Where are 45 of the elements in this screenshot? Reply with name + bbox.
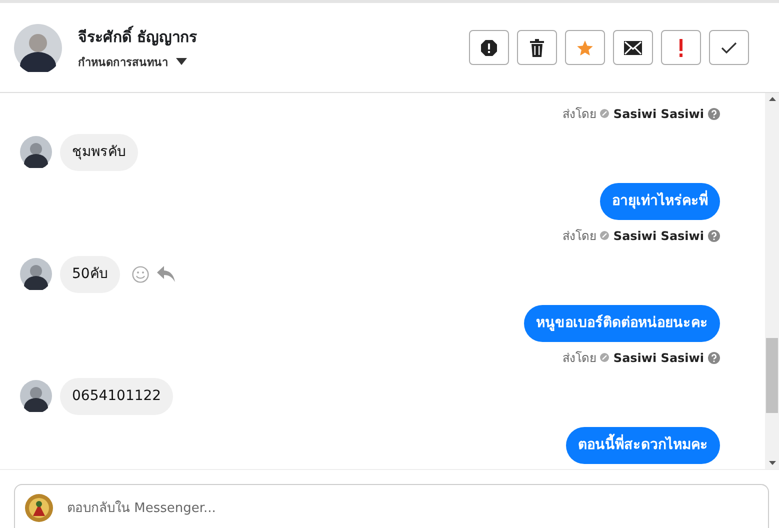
- reply-box[interactable]: ตอบกลับใน Messenger...: [14, 484, 769, 528]
- done-button[interactable]: [709, 30, 749, 65]
- sender-name[interactable]: Sasiwi Sasiwi: [613, 106, 704, 120]
- alert-octagon-icon: [480, 38, 498, 56]
- profile-photo: [14, 24, 62, 72]
- message-bubble: ชุมพรคับ: [60, 134, 138, 170]
- important-button[interactable]: [661, 30, 701, 65]
- message-bubble: หนูขอเบอร์ติดต่อหน่อยนะคะ: [524, 304, 720, 342]
- message-bubble: อายุเท่าไหร่คะพี่: [600, 182, 720, 220]
- reply-icon[interactable]: [156, 266, 175, 282]
- scroll-up-icon[interactable]: [768, 97, 776, 101]
- exclamation-icon: [679, 38, 683, 56]
- help-icon[interactable]: [708, 108, 720, 120]
- sent-by-label: ส่งโดย: [562, 106, 596, 123]
- spam-button[interactable]: [469, 30, 509, 65]
- checkmark-icon: [721, 42, 737, 54]
- smiley-icon[interactable]: [132, 266, 149, 282]
- scroll-down-icon[interactable]: [768, 461, 776, 465]
- page-logo-icon: [25, 494, 53, 522]
- help-icon[interactable]: [708, 230, 720, 242]
- caret-icon: [176, 58, 187, 65]
- star-button[interactable]: [565, 30, 605, 65]
- star-icon: [576, 38, 594, 56]
- unread-button[interactable]: [613, 30, 653, 65]
- status-icon: [600, 231, 610, 240]
- envelope-icon: [624, 40, 642, 54]
- message-bubble: 50คับ: [60, 256, 120, 292]
- sent-by-label: ส่งโดย: [562, 350, 596, 367]
- contact-name: จีระศักดิ์ ธัญญากร: [78, 24, 198, 48]
- status-icon: [600, 109, 610, 118]
- help-icon[interactable]: [708, 352, 720, 364]
- trash-icon: [529, 38, 545, 56]
- sent-by-label: ส่งโดย: [562, 228, 596, 245]
- sender-name[interactable]: Sasiwi Sasiwi: [613, 350, 704, 364]
- message-bubble: ตอนนี้พี่สะดวกไหมคะ: [566, 426, 720, 464]
- scrollbar-thumb[interactable]: [766, 338, 778, 413]
- avatar-icon: [20, 136, 52, 168]
- conversation-settings-dropdown[interactable]: กำหนดการสนทนา: [78, 52, 469, 70]
- reply-field[interactable]: ตอบกลับใน Messenger...: [65, 500, 758, 516]
- message-bubble: 0654101122: [60, 378, 174, 414]
- delete-button[interactable]: [517, 30, 557, 65]
- avatar-icon: [20, 258, 52, 290]
- avatar-icon: [20, 380, 52, 412]
- status-icon: [600, 353, 610, 362]
- sender-name[interactable]: Sasiwi Sasiwi: [613, 228, 704, 242]
